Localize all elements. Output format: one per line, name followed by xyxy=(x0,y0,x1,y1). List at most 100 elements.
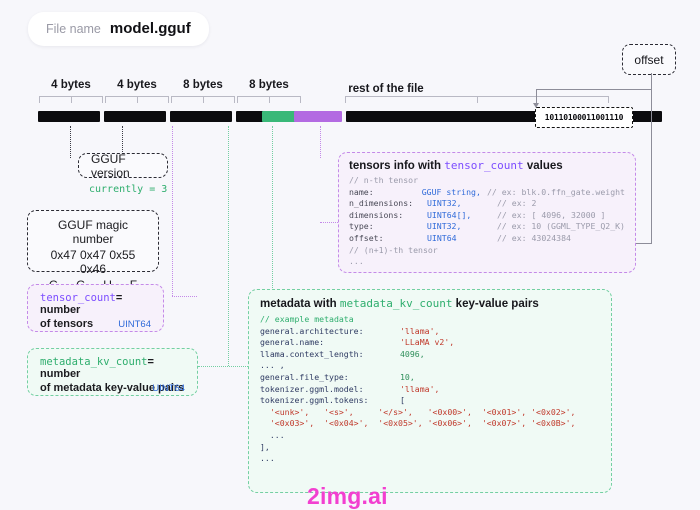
tensors-info-row: dimensions: UINT64[], // ex: [ 4096, 320… xyxy=(349,210,625,222)
bar-segment-version xyxy=(104,111,166,122)
tensors-info-type: UINT64 xyxy=(427,232,457,243)
metadata-key: general.name: xyxy=(260,337,325,348)
metadata-value: 4096, xyxy=(400,348,425,359)
segment-label-1: 4 bytes xyxy=(117,79,157,91)
metadata-tokens-line2: '<0x03>', '<0x04>', '<0x05>', '<0x06>', … xyxy=(260,418,576,429)
metadata-value: 'LLaMA v2', xyxy=(400,337,455,348)
connector-tensors-info-block xyxy=(320,126,321,158)
connector-magic xyxy=(70,126,71,158)
watermark: 2img.ai xyxy=(307,483,388,509)
tensors-info-title-pre: tensors info with xyxy=(349,160,445,172)
metadata-value: 10, xyxy=(400,371,415,382)
ruler-tick-3 xyxy=(237,96,301,103)
tensors-info-field: n_dimensions: xyxy=(349,198,414,209)
tensors-info-comment: // ex: blk.0.ffn_gate.weight xyxy=(486,186,625,197)
file-name-label: File name xyxy=(46,22,101,36)
metadata-kv-count-name: metadata_kv_count xyxy=(40,356,148,368)
binary-offset-window: 10110100011001110 xyxy=(535,107,633,128)
metadata-row: tokenizer.ggml.model: 'llama', xyxy=(260,384,600,396)
metadata-key: tokenizer.ggml.tokens: xyxy=(260,395,369,406)
tensors-info-comment: // ex: 2 xyxy=(497,198,537,209)
gguf-version-title: GGUF version xyxy=(91,151,130,180)
tensors-info-comment-end: ... xyxy=(349,256,364,267)
metadata-title-post: key-value pairs xyxy=(452,298,539,310)
metadata-row: general.architecture: 'llama', xyxy=(260,326,600,338)
metadata-comment-end: ... xyxy=(260,453,275,464)
tensors-info-comment: // ex: 10 (GGML_TYPE_Q2_K) xyxy=(496,221,625,232)
metadata-title: metadata with metadata_kv_count key-valu… xyxy=(260,297,600,310)
bar-segment-magic xyxy=(38,111,100,122)
metadata-row: ... , xyxy=(260,360,600,372)
tensors-info-field: offset: xyxy=(349,232,384,243)
metadata-key: llama.context_length: xyxy=(260,348,364,359)
file-name-value: model.gguf xyxy=(109,20,191,37)
tensors-info-type: UINT64[], xyxy=(427,209,472,220)
connector-tensor-count-elbow xyxy=(172,296,197,297)
offset-bubble-label: offset xyxy=(634,52,664,67)
metadata-key: tokenizer.ggml.model: xyxy=(260,383,364,394)
segment-label-0: 4 bytes xyxy=(51,79,91,91)
tensors-info-type: UINT32, xyxy=(426,221,462,232)
connector-kv-count-elbow xyxy=(198,366,248,367)
ruler-tick-0 xyxy=(39,96,103,103)
connector-tensor-count-up xyxy=(172,126,173,296)
tensors-info-box: tensors info with tensor_count values //… xyxy=(338,152,636,273)
segment-label-2: 8 bytes xyxy=(183,79,223,91)
metadata-comment-top: // example metadata xyxy=(260,314,354,324)
offset-leader-vertical xyxy=(651,73,652,243)
offset-to-bar-horizontal xyxy=(536,89,652,90)
tensors-info-type: GGUF string, xyxy=(421,186,481,197)
tensors-info-field: dimensions: xyxy=(349,209,404,220)
metadata-key: general.file_type: xyxy=(260,371,349,382)
metadata-row: general.name: 'LLaMA v2', xyxy=(260,337,600,349)
metadata-value: 'llama', xyxy=(400,325,440,336)
metadata-tokens-line1: '<unk>', '<s>', '</s>', '<0x00>', '<0x01… xyxy=(260,406,576,417)
metadata-title-code: metadata_kv_count xyxy=(339,297,453,310)
tensor-count-box: tensor_count= number of tensors UINT64 xyxy=(27,284,164,332)
tensors-info-row: type: UINT32, // ex: 10 (GGML_TYPE_Q2_K) xyxy=(349,221,625,233)
tensors-info-field: name: xyxy=(349,186,374,197)
tensors-info-title-code: tensor_count xyxy=(444,159,524,172)
ruler-tick-2 xyxy=(171,96,235,103)
file-name-pill: File name model.gguf xyxy=(28,12,209,46)
bar-segment-tensor-count xyxy=(170,111,232,122)
tensors-info-row: n_dimensions: UINT32, // ex: 2 xyxy=(349,198,625,210)
tensors-info-comment-mid: // (n+1)-th tensor xyxy=(349,244,438,255)
metadata-key: ... , xyxy=(260,360,285,371)
tensors-info-title-post: values xyxy=(523,160,563,172)
offset-to-bar-arrowhead xyxy=(533,103,539,108)
connector-metadata-block xyxy=(272,126,273,294)
metadata-kv-count-box: metadata_kv_count= number of metadata ke… xyxy=(27,348,198,396)
offset-to-bar-vertical xyxy=(536,89,537,103)
metadata-row: general.file_type: 10, xyxy=(260,372,600,384)
metadata-key: general.architecture: xyxy=(260,325,364,336)
metadata-tokens-close: ], xyxy=(260,441,270,452)
tensors-info-comment-top: // n-th tensor xyxy=(349,175,419,185)
tensors-info-row: offset: UINT64 // ex: 43024384 xyxy=(349,233,625,245)
tensor-count-name: tensor_count xyxy=(40,292,116,304)
tensors-info-title: tensors info with tensor_count values xyxy=(349,159,625,172)
bar-segment-tensors-info xyxy=(294,111,342,122)
gguf-magic-title: GGUF magic number xyxy=(57,218,128,246)
gguf-magic-number-box: GGUF magic number 0x47 0x47 0x55 0x46 G … xyxy=(27,210,159,292)
segment-label-4: rest of the file xyxy=(348,83,424,95)
ruler-tick-4 xyxy=(345,96,609,103)
tensors-info-comment: // ex: [ 4096, 32000 ] xyxy=(497,209,606,220)
tensors-info-row: name: GGUF string, // ex: blk.0.ffn_gate… xyxy=(349,187,625,199)
metadata-value: [ xyxy=(400,395,405,406)
metadata-tokens-ellipsis: ... xyxy=(260,429,285,440)
gguf-version-box: GGUF version xyxy=(78,151,168,180)
ruler-tick-1 xyxy=(105,96,169,103)
gguf-magic-hex: 0x47 0x47 0x55 0x46 xyxy=(50,248,136,276)
metadata-box: metadata with metadata_kv_count key-valu… xyxy=(248,289,612,493)
metadata-row: tokenizer.ggml.tokens: [ xyxy=(260,395,600,407)
offset-bubble: offset xyxy=(622,44,676,75)
file-byte-bar: 10110100011001110 xyxy=(38,107,662,128)
gguf-version-note: currently = 3 xyxy=(89,184,168,195)
tensors-info-field: type: xyxy=(349,221,374,232)
metadata-row: llama.context_length: 4096, xyxy=(260,349,600,361)
tensors-info-comment: // ex: 43024384 xyxy=(497,232,571,243)
connector-kv-count-up xyxy=(228,126,229,366)
metadata-value: 'llama', xyxy=(400,383,440,394)
metadata-title-pre: metadata with xyxy=(260,298,340,310)
